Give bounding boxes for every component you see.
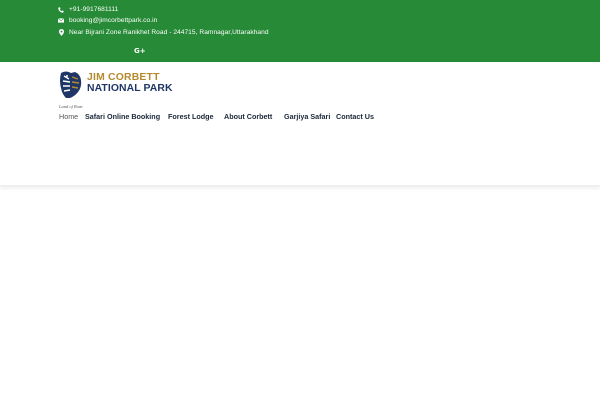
phone-contact[interactable]: +91-9917681111 <box>58 4 118 15</box>
phone-icon <box>58 6 64 13</box>
map-marker-icon <box>58 29 64 36</box>
nav-item-about-corbett[interactable]: About Corbett <box>224 112 284 121</box>
nav-item-garjiya-safari[interactable]: Garjiya Safari <box>284 112 336 121</box>
phone-text: +91-9917681111 <box>69 6 119 13</box>
nav-item-home[interactable]: Home <box>59 112 85 121</box>
logo-title-line2: NATIONAL PARK <box>87 83 173 94</box>
envelope-icon <box>58 17 64 24</box>
top-contact-bar: +91-9917681111 booking@jimcorbettpark.co… <box>0 0 600 62</box>
email-text: booking@jimcorbettpark.co.in <box>69 17 158 24</box>
nav-item-forest-lodge[interactable]: Forest Lodge <box>168 112 224 121</box>
site-header: JIM CORBETT NATIONAL PARK Land of Roar H… <box>0 62 600 186</box>
address-text: Near Bijrani Zone Ranikhet Road - 244715… <box>69 29 269 36</box>
main-navigation: Home Safari Online Booking Forest Lodge … <box>59 110 374 122</box>
site-logo[interactable]: JIM CORBETT NATIONAL PARK Land of Roar <box>58 70 172 109</box>
google-plus-icon[interactable]: G+ <box>134 47 146 55</box>
tiger-emblem-icon <box>60 71 82 98</box>
nav-item-safari-online-booking[interactable]: Safari Online Booking <box>85 112 168 121</box>
logo-title-line1: JIM CORBETT <box>87 72 160 83</box>
nav-item-contact-us[interactable]: Contact Us <box>336 112 374 121</box>
logo-tagline: Land of Roar <box>59 104 84 109</box>
email-contact[interactable]: booking@jimcorbettpark.co.in <box>58 15 157 26</box>
address-contact: Near Bijrani Zone Ranikhet Road - 244715… <box>58 27 269 38</box>
